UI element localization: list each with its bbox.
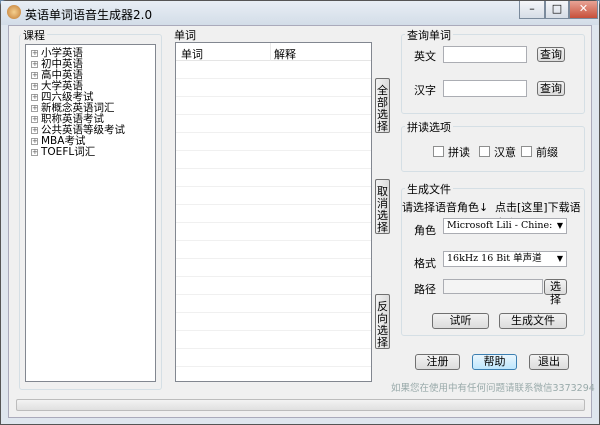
prefix-checkbox[interactable]: 前缀 [521,144,558,160]
spell-label: 拼读选项 [405,119,453,135]
spell-checkbox[interactable]: 拼读 [433,144,470,160]
listen-button[interactable]: 试听 [432,313,489,329]
col-meaning-header[interactable]: 解释 [274,46,296,62]
meaning-checkbox[interactable]: 汉意 [479,144,516,160]
choose-path-button[interactable]: 选择 [544,279,567,306]
close-button[interactable]: ✕ [569,1,598,19]
format-label: 格式 [414,257,436,270]
query-english-button[interactable]: 查询 [537,47,565,62]
role-label: 角色 [414,224,436,237]
invert-selection-button[interactable]: 反向选择 [375,294,390,349]
role-select[interactable]: Microsoft Lili - Chine: ▼ [443,218,567,234]
tree-item-label: TOEFL词汇 [41,146,96,158]
select-all-button[interactable]: 全部选择 [375,78,390,133]
app-window: 英语单词语音生成器2.0 – □ ✕ 课程 + 小学英语 + 初中英语 + 高中英语 … [0,0,600,425]
exit-button[interactable]: 退出 [529,354,569,370]
client-area: 课程 + 小学英语 + 初中英语 + 高中英语 + 大学英语 + 四六级考试 + 新概念英语… [8,25,595,418]
contact-text: 如果您在使用中有任何问题请联系微信3373294 [391,383,595,394]
checkbox-icon[interactable] [433,146,444,157]
expand-icon[interactable]: + [31,50,38,57]
expand-icon[interactable]: + [31,105,38,112]
help-button[interactable]: 帮助 [472,354,517,370]
app-icon [7,5,21,19]
format-select[interactable]: 16kHz 16 Bit 单声道 ▼ [443,251,567,267]
minimize-button[interactable]: – [519,1,545,19]
title-bar: 英语单词语音生成器2.0 – □ ✕ [1,1,599,25]
path-label: 路径 [414,283,436,296]
words-label: 单词 [172,27,198,43]
word-list[interactable]: 单词 解释 [175,42,372,382]
checkbox-label: 汉意 [494,146,516,159]
expand-icon[interactable]: + [31,149,38,156]
expand-icon[interactable]: + [31,72,38,79]
voice-hint: 请选择语音角色↓ [402,201,489,214]
checkbox-icon[interactable] [479,146,490,157]
deselect-button[interactable]: 取消选择 [375,179,390,234]
checkbox-label: 前缀 [536,146,558,159]
expand-icon[interactable]: + [31,61,38,68]
expand-icon[interactable]: + [31,116,38,123]
format-value: 16kHz 16 Bit 单声道 [447,253,542,264]
register-button[interactable]: 注册 [415,354,460,370]
expand-icon[interactable]: + [31,83,38,90]
window-title: 英语单词语音生成器2.0 [25,8,153,22]
role-value: Microsoft Lili - Chine: [447,220,553,231]
expand-icon[interactable]: + [31,94,38,101]
courses-label: 课程 [21,27,47,43]
query-chinese-button[interactable]: 查询 [537,81,565,96]
checkbox-icon[interactable] [521,146,532,157]
word-rows [176,61,371,381]
chinese-input[interactable] [443,80,527,97]
expand-icon[interactable]: + [31,138,38,145]
checkbox-label: 拼读 [448,146,470,159]
chevron-down-icon: ▼ [556,254,563,263]
english-input[interactable] [443,46,527,63]
path-input[interactable] [443,279,543,294]
tree-item[interactable]: + TOEFL词汇 [31,147,155,158]
maximize-button[interactable]: □ [545,1,569,19]
progress-bar [16,399,585,411]
col-word-header[interactable]: 单词 [181,46,203,62]
expand-icon[interactable]: + [31,127,38,134]
chinese-label: 汉字 [414,84,436,97]
chevron-down-icon: ▼ [556,221,563,230]
generate-file-button[interactable]: 生成文件 [499,313,567,329]
english-label: 英文 [414,50,436,63]
generate-label: 生成文件 [405,181,453,197]
course-tree[interactable]: + 小学英语 + 初中英语 + 高中英语 + 大学英语 + 四六级考试 + 新概念英语词汇 … [25,44,156,382]
lookup-label: 查询单词 [405,27,453,43]
